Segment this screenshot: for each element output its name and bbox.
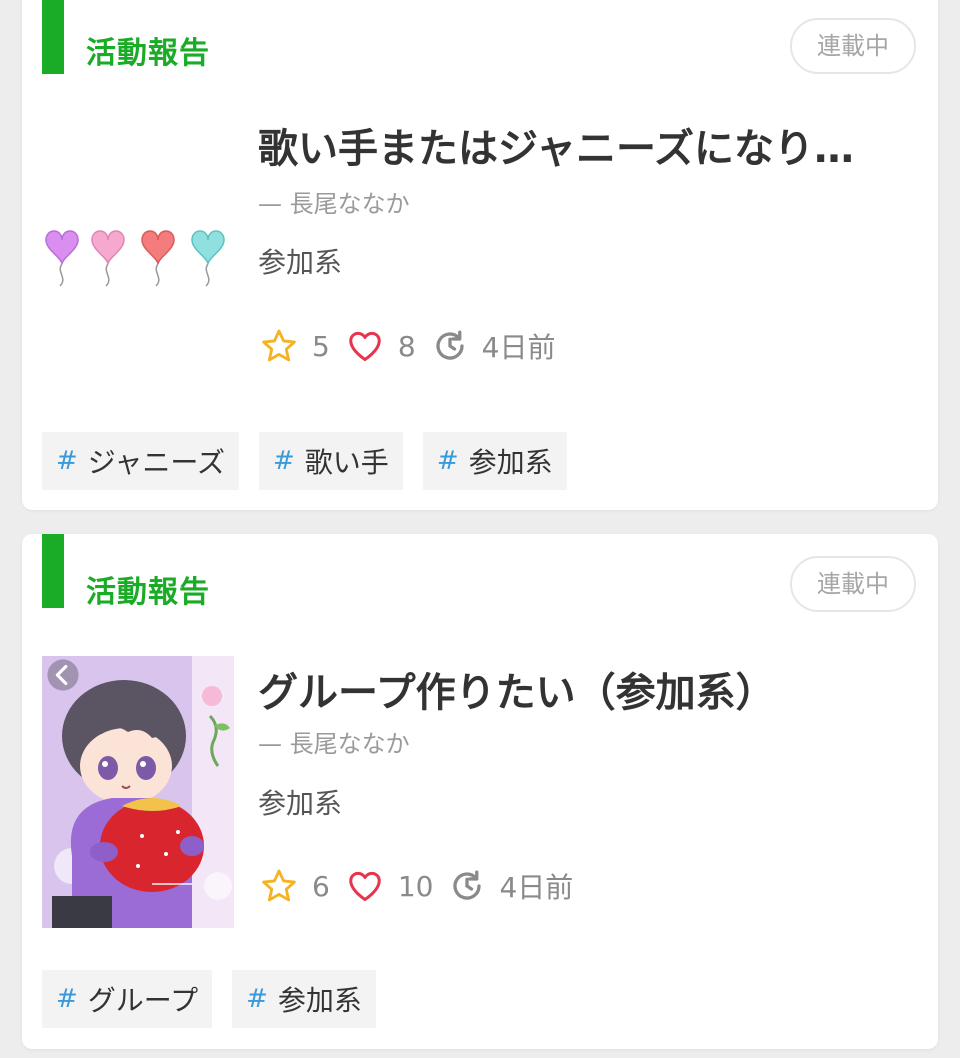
tag-chip[interactable]: # 参加系	[422, 432, 567, 490]
tag-chip[interactable]: # 歌い手	[259, 432, 403, 490]
clock-refresh-icon	[432, 328, 468, 364]
tag-label: 参加系	[468, 446, 553, 479]
genre-label: 参加系	[258, 246, 343, 279]
category-bar	[42, 0, 64, 74]
like-count: 10	[397, 869, 434, 903]
clock-refresh-icon	[449, 868, 485, 904]
category-label: 活動報告	[86, 575, 210, 610]
tag-chip[interactable]: # 参加系	[232, 970, 376, 1028]
tag-label: ジャニーズ	[87, 446, 225, 479]
star-icon	[260, 867, 298, 905]
story-title[interactable]: グループ作りたい（参加系）	[258, 660, 898, 718]
tag-label: グループ	[87, 984, 199, 1017]
hash-icon: #	[56, 984, 78, 1014]
story-feed: 活動報告 連載中 歌い手またはジャニーズになり… — 長尾ななか 参加系 5 8…	[0, 0, 960, 1058]
updated-stat: 4日前	[432, 326, 556, 366]
hash-icon: #	[246, 984, 268, 1014]
tag-label: 参加系	[277, 984, 362, 1017]
updated-time: 4日前	[499, 871, 574, 904]
tag-list: # ジャニーズ # 歌い手 # 参加系	[42, 432, 587, 490]
heart-balloons-image[interactable]	[42, 100, 234, 372]
star-count: 5	[312, 329, 330, 363]
star-stat: 6	[260, 867, 330, 905]
hash-icon: #	[56, 446, 78, 476]
star-count: 6	[312, 869, 330, 903]
heart-icon	[346, 327, 384, 365]
story-title[interactable]: 歌い手またはジャニーズになり…	[258, 116, 898, 174]
status-badge: 連載中	[790, 18, 916, 74]
story-card[interactable]: 活動報告 連載中	[22, 534, 938, 1049]
hash-icon: #	[436, 446, 459, 476]
tag-list: # グループ # 参加系	[42, 970, 396, 1028]
chevron-left-icon[interactable]	[46, 658, 80, 692]
story-stats: 5 8 4日前	[260, 326, 571, 366]
star-icon	[260, 327, 298, 365]
status-badge: 連載中	[790, 556, 916, 612]
tag-chip[interactable]: # ジャニーズ	[42, 432, 239, 490]
author-name[interactable]: — 長尾ななか	[258, 184, 410, 219]
tag-label: 歌い手	[304, 446, 389, 479]
updated-time: 4日前	[481, 331, 556, 364]
star-stat: 5	[260, 327, 330, 365]
genre-label: 参加系	[258, 787, 343, 820]
like-count: 8	[397, 329, 416, 363]
story-stats: 6 10 4日前	[260, 866, 589, 906]
category-label: 活動報告	[86, 36, 210, 71]
updated-stat: 4日前	[449, 866, 573, 906]
chibi-boy-with-strawberry-image[interactable]	[42, 656, 234, 928]
tag-chip[interactable]: # グループ	[42, 970, 213, 1028]
hash-icon: #	[273, 446, 295, 476]
category-bar	[42, 534, 64, 608]
like-stat: 8	[346, 327, 416, 365]
story-card[interactable]: 活動報告 連載中	[22, 0, 938, 510]
heart-icon	[346, 867, 384, 905]
author-name[interactable]: — 長尾ななか	[258, 724, 410, 759]
like-stat: 10	[346, 867, 434, 905]
